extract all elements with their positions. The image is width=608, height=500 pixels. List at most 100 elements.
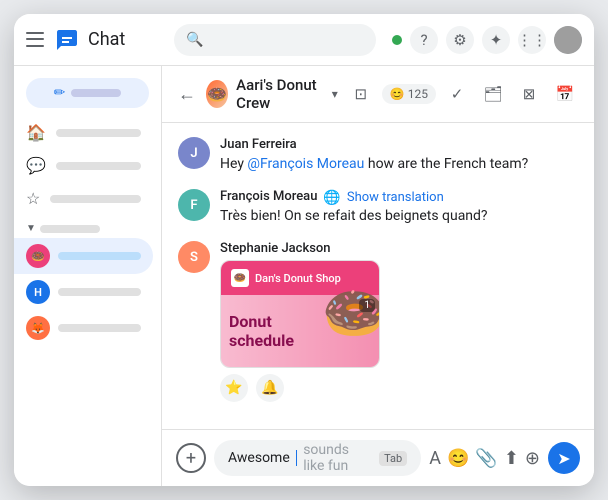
home-label xyxy=(56,129,141,137)
top-bar: Chat 🔍 ? ⚙ ✦ ⋮⋮ xyxy=(14,14,594,66)
chat-area: ← 🍩 Aari's Donut Crew ▾ ⊡ 😊 125 ✓ 🗂 ⊠ 📅 xyxy=(162,66,594,486)
table-row: J Juan Ferreira Hey @François Moreau how… xyxy=(178,137,578,175)
chat-icon: 💬 xyxy=(26,156,46,175)
text-before: Hey xyxy=(220,156,247,172)
message-text: Très bien! On se refait des beignets qua… xyxy=(220,206,578,227)
message-sender: Juan Ferreira xyxy=(220,137,578,152)
home-icon: 🏠 xyxy=(26,123,46,142)
mention-link[interactable]: @François Moreau xyxy=(247,156,364,172)
upload-icon[interactable]: ⬆ xyxy=(504,448,519,469)
folder-button[interactable]: 🗂 xyxy=(478,79,508,109)
avatar: S xyxy=(178,241,210,273)
chat-header: ← 🍩 Aari's Donut Crew ▾ ⊡ 😊 125 ✓ 🗂 ⊠ 📅 xyxy=(162,66,594,123)
top-bar-right: ? ⚙ ✦ ⋮⋮ xyxy=(392,26,582,54)
reaction-count-button[interactable]: 😊 125 xyxy=(382,84,436,104)
settings-icon[interactable]: ⚙ xyxy=(446,26,474,54)
card-actions: ⭐ 🔔 xyxy=(220,374,578,402)
h-label xyxy=(58,288,141,296)
chat-label xyxy=(56,162,141,170)
message-content: Stephanie Jackson 🍩 Dan's Donut Shop Don… xyxy=(220,241,578,402)
sidebar-item-donut-crew[interactable]: 🍩 xyxy=(14,238,153,274)
sidebar-item-starred[interactable]: ☆ xyxy=(14,182,153,215)
chat-name: Aari's Donut Crew ▾ xyxy=(236,76,338,112)
attachment-icon[interactable]: 📎 xyxy=(475,448,497,469)
avatar: F xyxy=(178,189,210,221)
send-icon: ➤ xyxy=(557,449,570,468)
hamburger-menu-icon[interactable] xyxy=(26,30,46,50)
card-number: 1 xyxy=(359,299,375,312)
input-bar: + Awesome sounds like fun Tab A 😊 📎 ⬆ ⊕ … xyxy=(162,429,594,486)
sidebar: ✏ 🏠 💬 ☆ ▼ � xyxy=(14,66,162,486)
message-text: Hey @François Moreau how are the French … xyxy=(220,154,578,175)
app-title: Chat xyxy=(88,29,125,50)
group-avatar: 🍩 xyxy=(206,80,228,108)
bell-card-button[interactable]: 🔔 xyxy=(256,374,284,402)
donut-schedule-card[interactable]: 🍩 Dan's Donut Shop Donutschedule 🍩 1 xyxy=(220,260,380,368)
status-dot xyxy=(392,35,402,45)
send-button[interactable]: ➤ xyxy=(548,442,580,474)
grid-icon[interactable]: ⋮⋮ xyxy=(518,26,546,54)
sidebar-item-chat[interactable]: 💬 xyxy=(14,149,153,182)
message-sender: Stephanie Jackson xyxy=(220,241,578,256)
sidebar-item-emoji1[interactable]: 🦊 xyxy=(14,310,153,346)
add-attachment-button[interactable]: + xyxy=(176,443,206,473)
section-header[interactable]: ▼ xyxy=(14,219,161,238)
card-title: Donutschedule xyxy=(221,304,302,358)
status-indicator xyxy=(392,35,402,45)
message-sender: François Moreau xyxy=(220,189,317,204)
check-button[interactable]: ✓ xyxy=(442,79,472,109)
table-row: S Stephanie Jackson 🍩 Dan's Donut Shop D… xyxy=(178,241,578,402)
show-translation-link[interactable]: Show translation xyxy=(347,190,444,205)
search-icon: 🔍 xyxy=(186,32,203,48)
message-content: Juan Ferreira Hey @François Moreau how a… xyxy=(220,137,578,175)
archive-button[interactable]: ⊠ xyxy=(514,79,544,109)
table-row: F François Moreau 🌐 Show translation Trè… xyxy=(178,189,578,227)
input-actions: A 😊 📎 ⬆ ⊕ xyxy=(429,448,540,469)
chat-header-actions: ⊡ 😊 125 ✓ 🗂 ⊠ 📅 xyxy=(346,79,580,109)
emoji-icon[interactable]: 😊 xyxy=(447,448,469,469)
sidebar-item-home[interactable]: 🏠 xyxy=(14,116,153,149)
compose-label-bar xyxy=(71,89,121,97)
back-button[interactable]: ← xyxy=(176,82,198,107)
expand-button[interactable]: ⊡ xyxy=(346,79,376,109)
message-content: François Moreau 🌐 Show translation Très … xyxy=(220,189,578,227)
format-text-icon[interactable]: A xyxy=(429,448,441,469)
input-suggestion: sounds like fun xyxy=(303,442,371,474)
group-dropdown-icon[interactable]: ▾ xyxy=(332,87,338,101)
compose-button[interactable]: ✏ xyxy=(26,78,149,108)
text-after: how are the French team? xyxy=(368,156,528,172)
starred-label xyxy=(50,195,141,203)
star-card-button[interactable]: ⭐ xyxy=(220,374,248,402)
app-logo xyxy=(54,27,80,53)
sender-row: François Moreau 🌐 Show translation xyxy=(220,189,578,206)
user-avatar[interactable] xyxy=(554,26,582,54)
h-avatar: H xyxy=(26,280,50,304)
search-bar[interactable]: 🔍 xyxy=(174,24,376,56)
app-window: Chat 🔍 ? ⚙ ✦ ⋮⋮ ✏ 🏠 xyxy=(14,14,594,486)
card-body: Donutschedule 🍩 1 xyxy=(221,295,379,367)
donut-image: 🍩 xyxy=(322,283,380,344)
message-input[interactable]: Awesome sounds like fun Tab xyxy=(214,440,421,476)
reaction-count: 125 xyxy=(408,87,428,101)
star-icon: ☆ xyxy=(26,189,40,208)
translate-icon: 🌐 xyxy=(323,190,340,206)
emoji1-avatar: 🦊 xyxy=(26,316,50,340)
sidebar-item-h[interactable]: H xyxy=(14,274,153,310)
tab-badge: Tab xyxy=(379,451,407,466)
more-icon[interactable]: ⊕ xyxy=(525,448,540,469)
section-title-bar xyxy=(40,225,100,233)
shop-icon: 🍩 xyxy=(231,269,249,287)
donut-crew-avatar: 🍩 xyxy=(26,244,50,268)
section-chevron-icon: ▼ xyxy=(26,223,36,234)
main-content: ✏ 🏠 💬 ☆ ▼ � xyxy=(14,66,594,486)
input-text: Awesome xyxy=(228,450,290,466)
calendar-button[interactable]: 📅 xyxy=(550,79,580,109)
text-cursor xyxy=(296,450,297,466)
top-bar-left: Chat xyxy=(26,27,166,53)
compose-icon: ✏ xyxy=(54,85,66,101)
reaction-icon: 😊 xyxy=(390,87,405,101)
donut-crew-label xyxy=(58,252,141,260)
sparkle-icon[interactable]: ✦ xyxy=(482,26,510,54)
help-icon[interactable]: ? xyxy=(410,26,438,54)
emoji1-label xyxy=(58,324,141,332)
